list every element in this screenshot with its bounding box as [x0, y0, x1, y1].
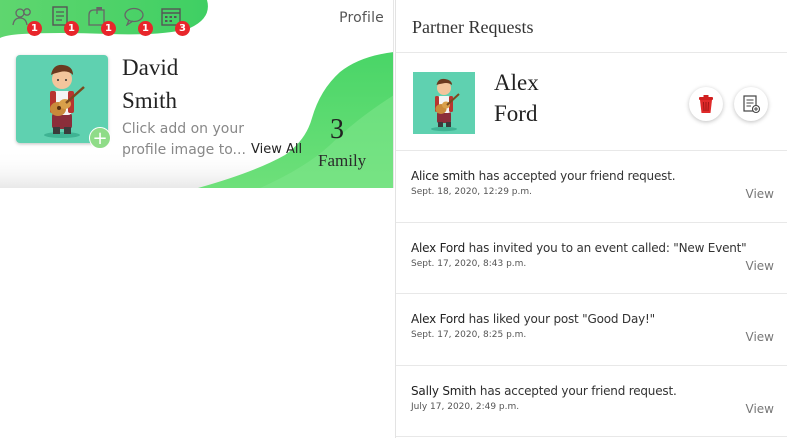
profile-link[interactable]: Profile	[339, 10, 384, 26]
notification-time: Sept. 17, 2020, 8:43 p.m.	[411, 258, 527, 269]
document-badge: 1	[64, 21, 79, 36]
user-name: David Smith	[122, 51, 242, 117]
user-last-name: Smith	[122, 88, 177, 113]
notification-item: Alice smith has accepted your friend req…	[396, 151, 787, 223]
partner-name: Alex Ford	[494, 67, 584, 129]
mailbox-badge: 1	[101, 21, 116, 36]
partner-last-name: Ford	[494, 101, 538, 126]
calendar-icon[interactable]: 3	[160, 6, 190, 36]
notification-actor[interactable]: Alex Ford	[411, 241, 465, 255]
document-icon[interactable]: 1	[49, 6, 79, 36]
notification-view-link[interactable]: View	[746, 330, 774, 344]
notification-item: Sally Smith has accepted your friend req…	[396, 366, 787, 437]
partner-details-button[interactable]	[734, 87, 768, 121]
notification-view-link[interactable]: View	[746, 402, 774, 416]
notification-message: has accepted your friend request.	[475, 169, 676, 183]
user-first-name: David	[122, 55, 179, 80]
guitar-boy-icon	[431, 78, 460, 132]
partner-row: Alex Ford	[396, 53, 787, 151]
notification-view-link[interactable]: View	[746, 259, 774, 273]
notification-text: Alex Ford has liked your post "Good Day!…	[411, 312, 787, 326]
notification-item: Alex Ford has invited you to an event ca…	[396, 223, 787, 294]
notification-text: Sally Smith has accepted your friend req…	[411, 384, 787, 398]
notification-actor[interactable]: Alex Ford	[411, 312, 465, 326]
notification-actor[interactable]: Sally Smith	[411, 384, 477, 398]
profile-card: 1 1 1 1 3 Profile + David Smith Click ad…	[0, 0, 394, 188]
topbar-icons: 1 1 1 1 3	[12, 6, 190, 36]
friends-badge: 1	[27, 21, 42, 36]
notification-view-link[interactable]: View	[746, 187, 774, 201]
delete-partner-button[interactable]	[689, 87, 723, 121]
panel-title: Partner Requests	[396, 0, 787, 53]
notification-text: Alice smith has accepted your friend req…	[411, 169, 787, 183]
notification-actor[interactable]: Alice smith	[411, 169, 475, 183]
chat-icon[interactable]: 1	[123, 6, 153, 36]
notification-time: Sept. 17, 2020, 8:25 p.m.	[411, 330, 527, 340]
mailbox-icon[interactable]: 1	[86, 6, 116, 36]
notification-time: Sept. 18, 2020, 12:29 p.m.	[411, 187, 533, 197]
notification-text: Alex Ford has invited you to an event ca…	[411, 241, 787, 255]
calendar-badge: 3	[175, 21, 190, 36]
notification-message: has accepted your friend request.	[476, 383, 677, 398]
notification-message: has invited you to an event called: "New…	[465, 240, 747, 255]
list-view-icon	[743, 95, 761, 114]
family-label: Family	[318, 151, 367, 170]
add-photo-button[interactable]: +	[89, 127, 111, 149]
partner-avatar[interactable]	[413, 72, 475, 134]
notification-message: has liked your post "Good Day!"	[465, 312, 656, 326]
view-all-link[interactable]: View All	[251, 142, 302, 157]
partner-requests-panel: Partner Requests Alex Ford Alice smith h…	[395, 0, 787, 438]
partner-first-name: Alex	[494, 70, 539, 95]
family-count: 3	[330, 114, 344, 145]
trash-icon	[699, 95, 713, 113]
chat-badge: 1	[138, 21, 153, 36]
notification-item: Alex Ford has liked your post "Good Day!…	[396, 294, 787, 366]
friends-icon[interactable]: 1	[12, 6, 42, 36]
notification-time: July 17, 2020, 2:49 p.m.	[411, 401, 520, 412]
